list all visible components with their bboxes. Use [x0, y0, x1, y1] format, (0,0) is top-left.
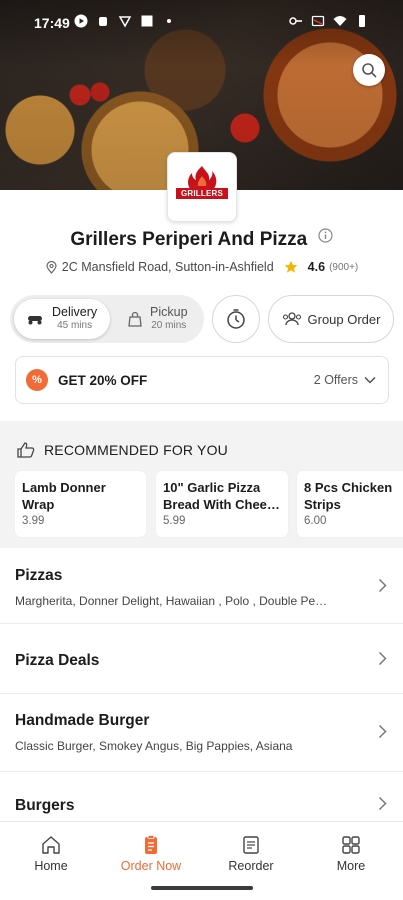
cloud-icon [99, 17, 107, 26]
status-bar: 17:49 [0, 0, 403, 48]
location-pin-icon [46, 260, 57, 274]
nav-order-now[interactable]: Order Now [101, 822, 201, 882]
group-order-button[interactable]: Group Order [268, 295, 394, 343]
battery-icon [359, 15, 365, 27]
delivery-option[interactable]: Delivery 45 mins [14, 299, 110, 339]
category-items: Classic Burger, Smokey Angus, Big Pappie… [15, 739, 293, 753]
nav-order-now-label: Order Now [120, 859, 182, 873]
rating-count: (900+) [329, 261, 359, 273]
wifi-icon [333, 16, 347, 26]
recommended-item[interactable]: 8 Pcs Chicken Strips 6.00 [297, 471, 403, 537]
recommended-title: RECOMMENDED FOR YOU [44, 442, 228, 458]
home-indicator[interactable] [151, 886, 253, 890]
offer-title: GET 20% OFF [58, 372, 148, 388]
offer-banner[interactable]: % GET 20% OFF 2 Offers [15, 356, 389, 404]
search-icon [362, 63, 377, 78]
key-icon [289, 17, 302, 25]
star-icon [284, 260, 297, 273]
nav-home[interactable]: Home [1, 822, 101, 882]
square-icon [141, 15, 153, 27]
pickup-option[interactable]: Pickup 20 mins [116, 299, 202, 339]
order-icon [145, 835, 157, 854]
order-mode-toggle: Delivery 45 mins Pickup 20 mins [10, 295, 204, 343]
recommended-item-name: 10" Garlic Pizza Bread With Chee… [163, 480, 280, 512]
category-name: Burgers [15, 797, 75, 814]
category-name: Pizzas [15, 567, 63, 584]
recommended-item-name: 8 Pcs Chicken Strips [304, 480, 393, 512]
category-name: Pizza Deals [15, 652, 100, 669]
recommended-header: RECOMMENDED FOR YOU [16, 441, 228, 459]
recommended-item-name: Lamb Donner Wrap [22, 480, 106, 512]
category-name: Handmade Burger [15, 712, 150, 729]
receipt-icon [243, 836, 259, 854]
search-button[interactable] [353, 54, 385, 86]
group-order-label: Group Order [307, 311, 381, 327]
cast-icon [311, 15, 325, 27]
recommended-item-price: 5.99 [163, 515, 186, 527]
play-icon [74, 14, 88, 28]
bag-icon [128, 311, 142, 327]
pickup-time: 20 mins [151, 320, 187, 331]
recommended-section: RECOMMENDED FOR YOU Lamb Donner Wrap 3.9… [0, 421, 403, 548]
category-pizzas[interactable]: Pizzas Margherita, Donner Delight, Hawai… [0, 548, 403, 624]
timer-icon [227, 309, 245, 329]
nav-reorder[interactable]: Reorder [201, 822, 301, 882]
delivery-time: 45 mins [57, 320, 93, 331]
schedule-button[interactable] [212, 295, 260, 343]
restaurant-header: Grillers Periperi And Pizza [0, 228, 403, 251]
discount-badge-icon: % [26, 369, 48, 391]
scooter-icon [28, 316, 42, 325]
pickup-label: Pickup [150, 305, 188, 319]
info-icon[interactable] [318, 228, 333, 243]
thumbs-up-icon [17, 442, 35, 458]
restaurant-name: Grillers Periperi And Pizza [70, 229, 308, 250]
chevron-down-icon [364, 376, 376, 384]
nav-home-label: Home [34, 859, 68, 873]
chevron-right-icon [378, 724, 387, 739]
recommended-item[interactable]: 10" Garlic Pizza Bread With Chee… 5.99 [156, 471, 288, 537]
category-items: Margherita, Donner Delight, Hawaiian , P… [15, 594, 328, 608]
recommended-item-price: 3.99 [22, 515, 45, 527]
chevron-right-icon [378, 578, 387, 593]
group-icon [282, 312, 301, 326]
recommended-item[interactable]: Lamb Donner Wrap 3.99 [15, 471, 146, 537]
shield-icon [118, 16, 132, 28]
dot-icon [167, 19, 171, 23]
home-icon [42, 836, 60, 854]
address-row: 2C Mansfield Road, Sutton-in-Ashfield 4.… [0, 260, 403, 274]
chevron-right-icon [378, 651, 387, 666]
restaurant-logo: GRILLERS [167, 152, 237, 222]
nav-more[interactable]: More [301, 822, 401, 882]
category-handmade-burger[interactable]: Handmade Burger Classic Burger, Smokey A… [0, 694, 403, 772]
nav-reorder-label: Reorder [228, 859, 274, 873]
delivery-label: Delivery [52, 305, 98, 319]
logo-text: GRILLERS [176, 188, 228, 199]
category-burgers[interactable]: Burgers [0, 772, 403, 821]
grid-icon [342, 836, 360, 854]
recommended-item-price: 6.00 [304, 515, 327, 527]
offer-count: 2 Offers [313, 373, 358, 387]
rating-value: 4.6 [307, 260, 326, 274]
category-pizza-deals[interactable]: Pizza Deals [0, 624, 403, 694]
status-time: 17:49 [34, 15, 70, 31]
restaurant-address: 2C Mansfield Road, Sutton-in-Ashfield [61, 260, 274, 274]
nav-more-label: More [336, 859, 366, 873]
bottom-nav: Home Order Now Reorder More [0, 821, 403, 881]
chevron-right-icon [378, 796, 387, 811]
